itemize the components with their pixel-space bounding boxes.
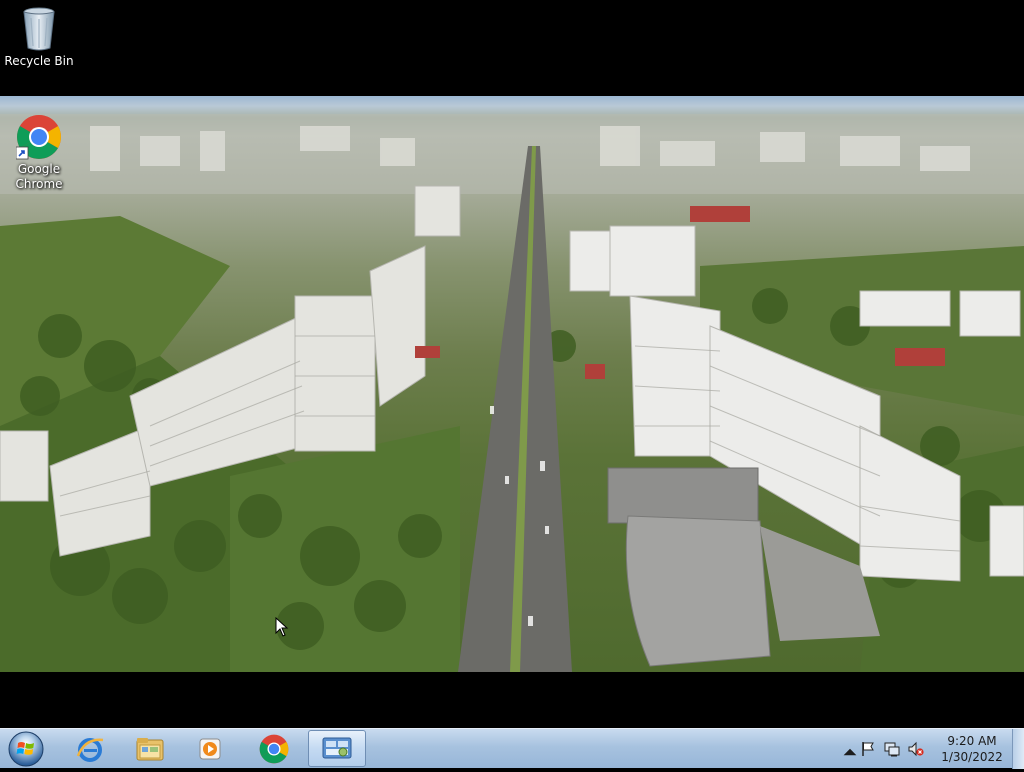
taskbar: 9:20 AM 1/30/2022 <box>0 728 1024 769</box>
start-button[interactable] <box>6 730 46 768</box>
media-player-icon <box>199 738 221 759</box>
desktop-wallpaper <box>0 96 1024 672</box>
volume-muted-icon[interactable] <box>908 741 924 757</box>
show-hidden-icons-arrow[interactable] <box>842 744 858 760</box>
show-desktop-button[interactable] <box>1012 729 1024 769</box>
mouse-cursor-icon <box>275 617 289 637</box>
file-explorer-icon <box>136 737 164 760</box>
taskbar-internet-explorer[interactable] <box>64 730 116 767</box>
network-icon[interactable] <box>884 741 900 757</box>
recycle-bin-icon <box>23 7 55 51</box>
action-center-flag-icon[interactable] <box>860 741 876 757</box>
chrome-icon <box>259 734 289 763</box>
system-tray: 9:20 AM 1/30/2022 <box>834 729 1024 769</box>
desktop-icon-google-chrome[interactable]: Google Chrome <box>2 114 76 192</box>
taskbar-media-player[interactable] <box>184 730 236 767</box>
internet-explorer-icon <box>76 737 104 762</box>
desktop-icon-recycle-bin[interactable]: Recycle Bin <box>2 6 76 69</box>
taskbar-file-explorer[interactable] <box>124 730 176 767</box>
taskbar-control-panel[interactable] <box>308 730 366 767</box>
taskbar-clock[interactable]: 9:20 AM 1/30/2022 <box>940 733 1004 765</box>
clock-time: 9:20 AM <box>947 734 997 748</box>
desktop-icon-label: Recycle Bin <box>4 54 74 68</box>
windows-orb-icon <box>8 731 44 767</box>
chrome-icon <box>16 115 61 160</box>
control-panel-icon <box>322 737 352 758</box>
desktop-icon-label: Google Chrome <box>15 162 63 191</box>
clock-date: 1/30/2022 <box>941 750 1003 764</box>
wallpaper-scene <box>0 114 1024 672</box>
taskbar-chrome[interactable] <box>248 730 300 767</box>
